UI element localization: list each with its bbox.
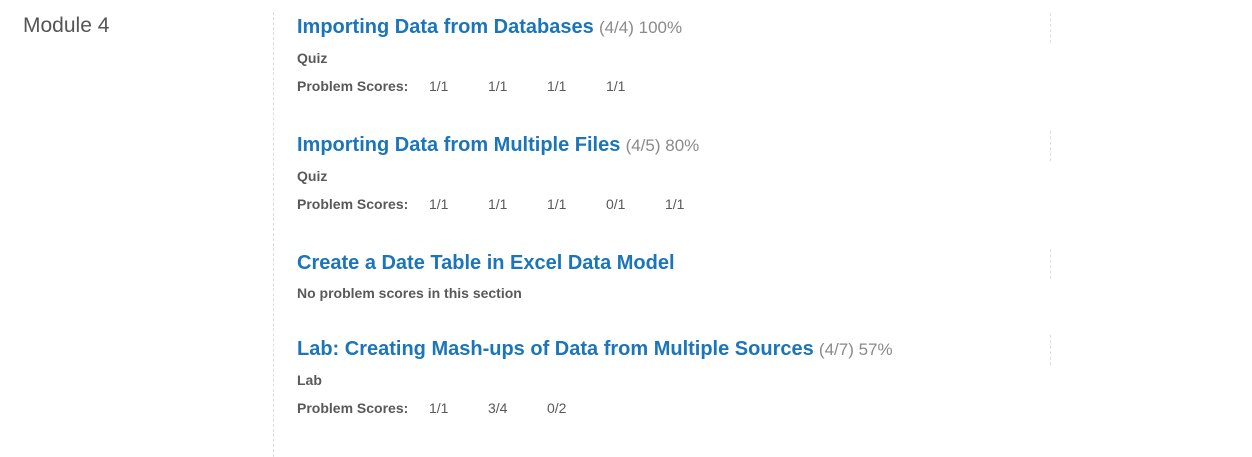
problem-score: 0/1: [606, 196, 626, 212]
problem-score: 1/1: [429, 400, 449, 416]
section-date-table: Create a Date Table in Excel Data Model …: [297, 249, 1052, 301]
problem-score: 1/1: [547, 196, 567, 212]
problem-score: 1/1: [488, 196, 508, 212]
section-link[interactable]: Importing Data from Multiple Files: [297, 134, 620, 156]
problem-scores-row: Problem Scores: 1/1 1/1 1/1 0/1 1/1: [297, 196, 1052, 212]
section-importing-multiple-files: Importing Data from Multiple Files (4/5)…: [297, 131, 1052, 212]
problem-score: 1/1: [606, 78, 626, 94]
no-problem-scores-text: No problem scores in this section: [297, 285, 522, 301]
problem-scores-label: Problem Scores:: [297, 400, 409, 416]
problem-scores-row: Problem Scores: 1/1 3/4 0/2: [297, 400, 1052, 416]
section-divider: [1050, 335, 1051, 365]
section-type-label: Lab: [297, 372, 322, 388]
problem-scores-label: Problem Scores:: [297, 196, 409, 212]
section-score-summary: (4/5) 80%: [625, 136, 700, 155]
section-type-label: Quiz: [297, 50, 328, 66]
section-lab-mashups: Lab: Creating Mash-ups of Data from Mult…: [297, 335, 1052, 416]
section-divider: [1050, 249, 1051, 279]
section-header: Lab: Creating Mash-ups of Data from Mult…: [297, 335, 1052, 364]
problem-score: 3/4: [488, 400, 508, 416]
module-divider: [273, 12, 274, 457]
section-header: Create a Date Table in Excel Data Model: [297, 249, 1052, 277]
section-importing-databases: Importing Data from Databases (4/4) 100%…: [297, 13, 1052, 94]
problem-score: 0/2: [547, 400, 567, 416]
problem-score: 1/1: [429, 78, 449, 94]
section-header: Importing Data from Databases (4/4) 100%: [297, 13, 1052, 42]
section-header: Importing Data from Multiple Files (4/5)…: [297, 131, 1052, 160]
section-link[interactable]: Create a Date Table in Excel Data Model: [297, 252, 675, 274]
section-divider: [1050, 131, 1051, 161]
section-score-summary: (4/4) 100%: [598, 18, 683, 37]
problem-score: 1/1: [429, 196, 449, 212]
module-title: Module 4: [23, 14, 110, 37]
section-link[interactable]: Importing Data from Databases: [297, 16, 594, 38]
section-link[interactable]: Lab: Creating Mash-ups of Data from Mult…: [297, 338, 814, 360]
problem-score: 1/1: [665, 196, 685, 212]
problem-scores-label: Problem Scores:: [297, 78, 409, 94]
problem-score: 1/1: [488, 78, 508, 94]
section-divider: [1050, 13, 1051, 43]
problem-score: 1/1: [547, 78, 567, 94]
section-type-label: Quiz: [297, 168, 328, 184]
section-score-summary: (4/7) 57%: [818, 340, 893, 359]
problem-scores-row: Problem Scores: 1/1 1/1 1/1 1/1: [297, 78, 1052, 94]
